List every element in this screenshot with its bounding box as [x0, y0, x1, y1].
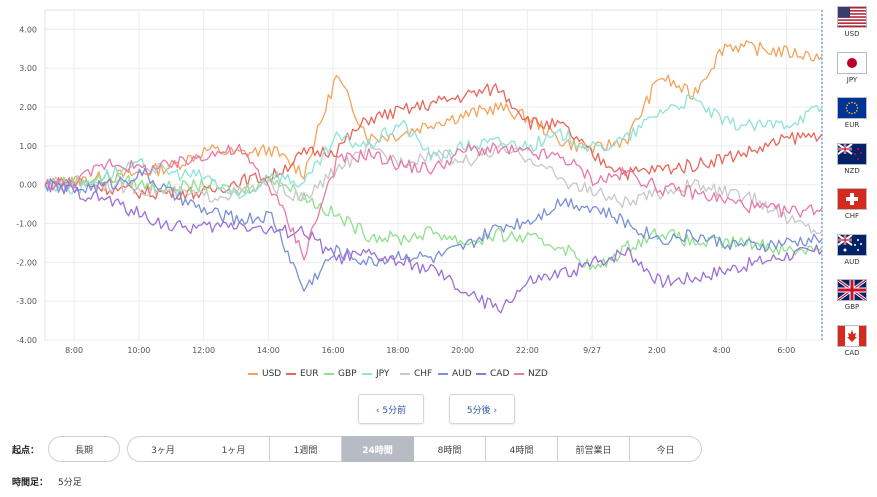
legend-item-chf[interactable]: CHF	[400, 367, 432, 381]
flag-chf[interactable]: CHF	[832, 188, 872, 220]
y-tick-label: 3.00	[19, 64, 37, 73]
legend-item-jpy[interactable]: JPY	[362, 367, 389, 381]
start-option-0[interactable]: 長期	[48, 436, 120, 462]
timeframe-value: 5分足	[58, 478, 82, 488]
x-tick-label: 2:00	[648, 346, 666, 355]
legend-swatch	[324, 373, 334, 375]
flag-eur[interactable]: EUR	[832, 97, 872, 129]
legend-label: JPY	[376, 369, 390, 379]
us-flag-icon	[837, 6, 867, 28]
start-option-3[interactable]: 1週間	[270, 436, 342, 462]
legend-label: USD	[262, 369, 282, 379]
legend-swatch	[400, 373, 410, 375]
chart-area: 4.00 3.00 2.00 1.00 0.00 -1.00 -2.00 -3.00 -4.00…	[0, 0, 826, 392]
flag-nzd[interactable]: NZD	[832, 142, 872, 175]
x-tick-label: 4:00	[713, 346, 731, 355]
y-tick-label: 2.00	[19, 103, 37, 112]
eu-flag-icon	[837, 97, 867, 119]
start-option-7[interactable]: 前営業日	[558, 436, 630, 462]
x-tick-label: 9/27	[583, 346, 601, 355]
legend-swatch	[286, 373, 296, 375]
legend-item-cad[interactable]: CAD	[476, 367, 509, 381]
legend-label: GBP	[338, 369, 357, 379]
flag-aud[interactable]: AUD	[832, 233, 872, 266]
x-tick-label: 10:00	[127, 346, 150, 355]
flag-cad[interactable]: CAD	[832, 324, 872, 357]
x-tick-label: 18:00	[386, 346, 409, 355]
currency-flag-panel: USD JPY EUR NZD CHF AUD GBP CAD	[826, 6, 877, 358]
x-tick-label: 6:00	[777, 346, 795, 355]
legend-swatch	[362, 373, 372, 375]
start-option-8[interactable]: 今日	[630, 436, 702, 462]
gb-flag-icon	[837, 279, 867, 301]
x-tick-label: 22:00	[516, 346, 539, 355]
legend-item-aud[interactable]: AUD	[438, 367, 472, 381]
jp-flag-icon	[837, 51, 867, 74]
currency-strength-chart: 4.00 3.00 2.00 1.00 0.00 -1.00 -2.00 -3.00 -4.00…	[16, 9, 823, 355]
y-tick-label: -2.00	[16, 258, 37, 267]
flag-code-label: EUR	[844, 121, 860, 129]
y-tick-label: -1.00	[16, 220, 37, 229]
legend-swatch	[514, 373, 524, 375]
start-option-6[interactable]: 4時間	[486, 436, 558, 462]
start-option-4[interactable]: 24時間	[342, 436, 414, 462]
legend-label: AUD	[452, 369, 472, 379]
ca-flag-icon	[837, 324, 867, 347]
flag-jpy[interactable]: JPY	[832, 51, 872, 84]
legend-label: EUR	[300, 369, 319, 379]
flag-code-label: USD	[844, 30, 860, 38]
legend-item-usd[interactable]: USD	[248, 367, 281, 381]
legend-label: NZD	[528, 369, 548, 379]
x-tick-label: 8:00	[65, 346, 83, 355]
legend-item-gbp[interactable]: GBP	[324, 367, 357, 381]
y-tick-label: 1.00	[19, 142, 37, 151]
flag-code-label: JPY	[846, 75, 858, 84]
start-option-2[interactable]: 1ヶ月	[198, 436, 270, 462]
flag-code-label: GBP	[844, 303, 860, 311]
legend-label: CHF	[414, 369, 433, 379]
y-tick-label: 4.00	[19, 25, 37, 34]
start-label: 起点：	[12, 446, 40, 456]
y-tick-label: -4.00	[16, 336, 37, 345]
timeframe-label: 時間足：	[12, 478, 49, 488]
x-tick-label: 12:00	[192, 346, 215, 355]
y-tick-label: 0.00	[19, 181, 37, 190]
flag-code-label: CAD	[844, 348, 860, 357]
ch-flag-icon	[837, 188, 867, 210]
legend-swatch	[438, 373, 448, 375]
x-tick-label: 16:00	[322, 346, 345, 355]
next-5min-button[interactable]: 5分後 ›	[449, 394, 515, 424]
legend-item-nzd[interactable]: NZD	[514, 367, 548, 381]
flag-code-label: CHF	[844, 212, 860, 220]
nz-flag-icon	[837, 142, 867, 165]
start-option-5[interactable]: 8時間	[414, 436, 486, 462]
x-tick-label: 20:00	[451, 346, 474, 355]
au-flag-icon	[837, 233, 867, 256]
flag-gbp[interactable]: GBP	[832, 279, 872, 311]
plot-frame	[44, 9, 823, 341]
flag-usd[interactable]: USD	[832, 6, 872, 38]
legend-swatch	[476, 373, 486, 375]
prev-5min-button[interactable]: ‹ 5分前	[358, 394, 424, 424]
legend-swatch	[248, 373, 258, 375]
y-tick-label: -3.00	[16, 297, 37, 306]
legend-label: CAD	[490, 369, 510, 379]
x-tick-label: 14:00	[257, 346, 280, 355]
flag-code-label: AUD	[844, 257, 860, 266]
flag-code-label: NZD	[844, 166, 860, 175]
start-option-1[interactable]: 3ヶ月	[127, 436, 199, 462]
legend-item-eur[interactable]: EUR	[286, 367, 319, 381]
